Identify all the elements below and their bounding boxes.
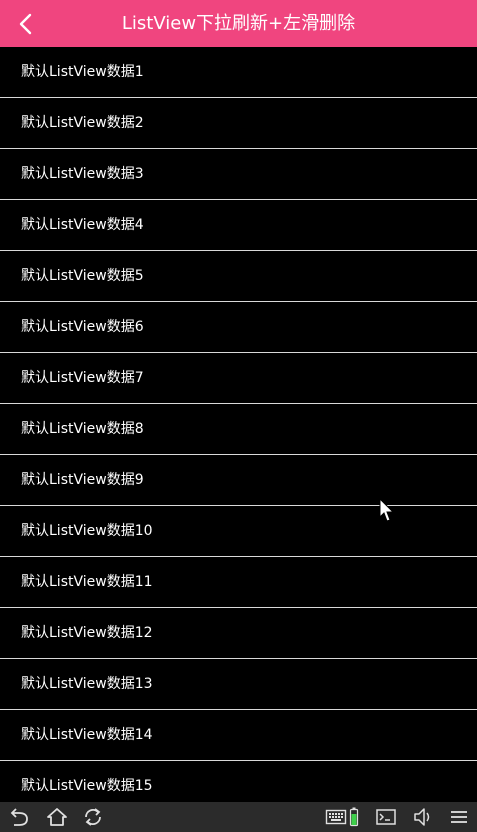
nav-keyboard-button[interactable]: [325, 807, 347, 827]
list-item[interactable]: 默认ListView数据12: [0, 608, 477, 659]
title-bar: ListView下拉刷新+左滑删除: [0, 0, 477, 47]
list-item[interactable]: 默认ListView数据5: [0, 251, 477, 302]
terminal-icon: [376, 809, 396, 825]
list-item[interactable]: 默认ListView数据13: [0, 659, 477, 710]
nav-battery: [347, 807, 361, 827]
list-view[interactable]: 默认ListView数据1 默认ListView数据2 默认ListView数据…: [0, 47, 477, 802]
list-item[interactable]: 默认ListView数据14: [0, 710, 477, 761]
nav-back-button[interactable]: [9, 807, 31, 827]
nav-menu-button[interactable]: [448, 807, 470, 827]
battery-icon: [349, 807, 359, 827]
list-item[interactable]: 默认ListView数据8: [0, 404, 477, 455]
list-item[interactable]: 默认ListView数据4: [0, 200, 477, 251]
chevron-left-icon: [19, 13, 32, 35]
list-item[interactable]: 默认ListView数据6: [0, 302, 477, 353]
nav-home-button[interactable]: [46, 807, 68, 827]
menu-icon: [451, 811, 467, 823]
back-button[interactable]: [8, 6, 44, 42]
list-item[interactable]: 默认ListView数据3: [0, 149, 477, 200]
nav-volume-button[interactable]: [412, 807, 434, 827]
list-item[interactable]: 默认ListView数据15: [0, 761, 477, 802]
home-icon: [47, 808, 67, 826]
nav-recent-button[interactable]: [82, 807, 104, 827]
mouse-pointer-icon: [379, 498, 395, 522]
nav-terminal-button[interactable]: [375, 807, 397, 827]
list-item[interactable]: 默认ListView数据9: [0, 455, 477, 506]
list-item[interactable]: 默认ListView数据1: [0, 47, 477, 98]
keyboard-icon: [325, 809, 347, 825]
list-item[interactable]: 默认ListView数据11: [0, 557, 477, 608]
list-item[interactable]: 默认ListView数据10: [0, 506, 477, 557]
back-icon: [10, 808, 28, 826]
volume-icon: [414, 808, 430, 826]
page-title: ListView下拉刷新+左滑删除: [121, 13, 356, 34]
list-item[interactable]: 默认ListView数据2: [0, 98, 477, 149]
app-screen: ListView下拉刷新+左滑删除 默认ListView数据1 默认ListVi…: [0, 0, 477, 832]
list-item[interactable]: 默认ListView数据7: [0, 353, 477, 404]
recent-apps-icon: [85, 808, 101, 826]
system-nav-bar: [0, 802, 477, 832]
